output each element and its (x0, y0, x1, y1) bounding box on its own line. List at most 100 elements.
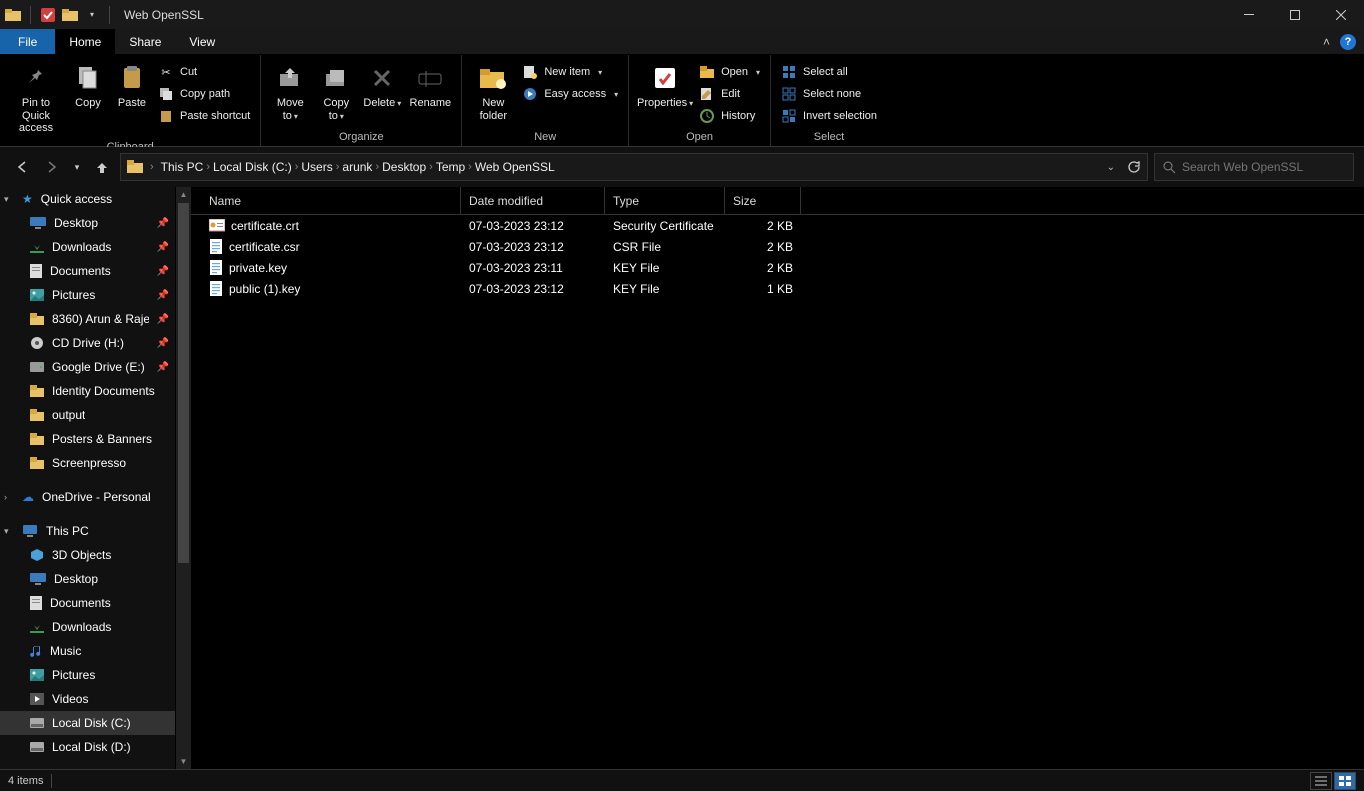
chevron-right-icon[interactable]: › (429, 161, 433, 173)
sidebar-item-label: Videos (52, 692, 88, 706)
dropdown-icon[interactable]: ⌄ (1107, 162, 1115, 173)
properties-button[interactable]: Properties▾ (635, 57, 695, 114)
search-box[interactable] (1154, 153, 1354, 181)
chevron-right-icon[interactable]: › (336, 161, 340, 173)
history-button[interactable]: History (695, 105, 764, 127)
help-icon[interactable]: ? (1340, 34, 1356, 50)
sidebar-item[interactable]: Desktop📌 (0, 211, 175, 235)
crumb[interactable]: arunk (342, 160, 372, 174)
tab-file[interactable]: File (0, 29, 55, 54)
sidebar-item[interactable]: Google Drive (E:)📌 (0, 355, 175, 379)
edit-button[interactable]: Edit (695, 83, 764, 105)
separator (30, 6, 31, 24)
file-row[interactable]: public (1).key07-03-2023 23:12KEY File1 … (191, 278, 1364, 299)
refresh-icon[interactable] (1127, 160, 1141, 174)
thumbnails-view-button[interactable] (1334, 772, 1356, 790)
tab-view[interactable]: View (175, 29, 229, 54)
chevron-right-icon[interactable]: › (375, 161, 379, 173)
sidebar-quick-access[interactable]: ▾ ★ Quick access (0, 187, 175, 211)
invert-selection-button[interactable]: Invert selection (777, 105, 881, 127)
chevron-right-icon[interactable]: › (206, 161, 210, 173)
maximize-button[interactable] (1272, 0, 1318, 29)
crumb[interactable]: Users (301, 160, 332, 174)
sidebar-item[interactable]: Local Disk (C:) (0, 711, 175, 735)
sidebar-item[interactable]: 8360) Arun & Raje📌 (0, 307, 175, 331)
back-button[interactable] (10, 155, 34, 179)
column-name[interactable]: Name (201, 187, 461, 214)
copy-button[interactable]: Copy (66, 57, 110, 114)
ribbon: Pin to Quick access Copy Paste ✂Cut Copy… (0, 55, 1364, 147)
tab-home[interactable]: Home (55, 29, 115, 54)
file-row[interactable]: certificate.csr07-03-2023 23:12CSR File2… (191, 236, 1364, 257)
chevron-right-icon[interactable]: › (295, 161, 299, 173)
recent-dropdown[interactable]: ▾ (70, 155, 84, 179)
sidebar-item[interactable]: Identity Documents (0, 379, 175, 403)
search-input[interactable] (1182, 160, 1345, 174)
sidebar-item[interactable]: Screenpresso (0, 451, 175, 475)
delete-button[interactable]: Delete▾ (359, 57, 405, 114)
file-size: 2 KB (725, 261, 801, 275)
minimize-button[interactable] (1226, 0, 1272, 29)
sidebar-item[interactable]: Downloads📌 (0, 235, 175, 259)
up-button[interactable] (90, 155, 114, 179)
paste-shortcut-button[interactable]: Paste shortcut (154, 105, 254, 127)
select-none-button[interactable]: Select none (777, 83, 881, 105)
sidebar-item[interactable]: Pictures📌 (0, 283, 175, 307)
tab-share[interactable]: Share (115, 29, 175, 54)
column-type[interactable]: Type (605, 187, 725, 214)
address-bar[interactable]: › This PC›Local Disk (C:)›Users›arunk›De… (120, 153, 1148, 181)
copy-to-button[interactable]: Copy to▾ (313, 57, 359, 126)
file-name: private.key (229, 261, 287, 275)
ribbon-tabs: File Home Share View ˄ ? (0, 29, 1364, 55)
new-folder-button[interactable]: New folder (468, 57, 518, 126)
open-button[interactable]: Open▾ (695, 61, 764, 83)
chevron-right-icon[interactable]: › (468, 161, 472, 173)
sidebar-item[interactable]: output (0, 403, 175, 427)
sidebar-scrollbar[interactable]: ▲ ▼ (176, 187, 191, 769)
group-clipboard: Pin to Quick access Copy Paste ✂Cut Copy… (0, 55, 261, 146)
sidebar-this-pc[interactable]: ▾ This PC (0, 519, 175, 543)
file-type: KEY File (605, 261, 725, 275)
crumb[interactable]: Web OpenSSL (475, 160, 555, 174)
easy-access-button[interactable]: Easy access▾ (518, 83, 622, 105)
dropdown-icon[interactable]: ▾ (83, 5, 101, 25)
sidebar-item[interactable]: CD Drive (H:)📌 (0, 331, 175, 355)
file-pane: Name Date modified Type Size certificate… (191, 187, 1364, 769)
sidebar-item[interactable]: Documents📌 (0, 259, 175, 283)
crumb[interactable]: This PC (161, 160, 204, 174)
column-headers: Name Date modified Type Size (191, 187, 1364, 215)
pin-to-quick-access-button[interactable]: Pin to Quick access (6, 57, 66, 139)
chevron-right-icon[interactable]: › (150, 161, 154, 173)
close-button[interactable] (1318, 0, 1364, 29)
move-to-button[interactable]: Move to▾ (267, 57, 313, 126)
sidebar-item[interactable]: Music (0, 639, 175, 663)
collapse-ribbon-icon[interactable]: ˄ (1323, 35, 1330, 49)
sidebar-item[interactable]: Downloads (0, 615, 175, 639)
sidebar-item[interactable]: Local Disk (D:) (0, 735, 175, 759)
checked-folder-icon[interactable] (39, 5, 57, 25)
column-size[interactable]: Size (725, 187, 801, 214)
rename-button[interactable]: Rename (405, 57, 455, 114)
sidebar-item[interactable]: Pictures (0, 663, 175, 687)
sidebar-item[interactable]: Desktop (0, 567, 175, 591)
crumb[interactable]: Local Disk (C:) (213, 160, 292, 174)
sidebar-item[interactable]: Videos (0, 687, 175, 711)
crumb[interactable]: Temp (436, 160, 465, 174)
file-row[interactable]: private.key07-03-2023 23:11KEY File2 KB (191, 257, 1364, 278)
new-item-button[interactable]: New item▾ (518, 61, 622, 83)
copy-path-button[interactable]: Copy path (154, 83, 254, 105)
sidebar-onedrive[interactable]: › ☁ OneDrive - Personal (0, 485, 175, 509)
sidebar-item[interactable]: Posters & Banners (0, 427, 175, 451)
folder-icon[interactable] (61, 5, 79, 25)
forward-button[interactable] (40, 155, 64, 179)
sidebar-item[interactable]: 3D Objects (0, 543, 175, 567)
crumb[interactable]: Desktop (382, 160, 426, 174)
column-date[interactable]: Date modified (461, 187, 605, 214)
cut-button[interactable]: ✂Cut (154, 61, 254, 83)
file-row[interactable]: certificate.crt07-03-2023 23:12Security … (191, 215, 1364, 236)
paste-button[interactable]: Paste (110, 57, 154, 114)
details-view-button[interactable] (1310, 772, 1332, 790)
documents-icon (30, 264, 42, 278)
select-all-button[interactable]: Select all (777, 61, 881, 83)
sidebar-item[interactable]: Documents (0, 591, 175, 615)
